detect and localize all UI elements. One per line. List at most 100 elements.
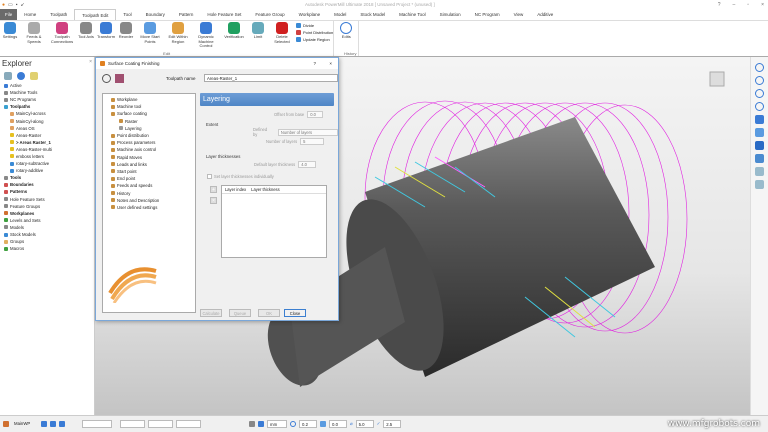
toolpath-name-input[interactable]: Areas-Raster_1 <box>204 74 338 82</box>
dialog-tree-item[interactable]: Machine axis control <box>107 146 191 153</box>
stepover-field[interactable]: 2.5 <box>383 420 402 428</box>
pick-icon[interactable] <box>50 421 56 427</box>
side-view-icon[interactable] <box>755 154 764 163</box>
edit-within-region-button[interactable]: Edit Within Region <box>164 21 192 50</box>
update-region-button[interactable]: Update Region <box>296 37 333 42</box>
dialog-tree-item[interactable]: Surface coating <box>107 110 191 117</box>
tool-axis-button[interactable]: Tool Axis <box>76 21 96 50</box>
dialog-tree-item[interactable]: Point distribution <box>107 132 191 139</box>
num-layers-input[interactable]: 5 <box>300 138 325 145</box>
verification-button[interactable]: Verification <box>220 21 248 50</box>
point-distribution-button[interactable]: Point Distribution <box>296 30 333 35</box>
coord-x[interactable] <box>82 420 112 428</box>
tab-model[interactable]: Model <box>327 9 353 20</box>
reorder-button[interactable]: Reorder <box>116 21 136 50</box>
dialog-close-button[interactable]: × <box>329 61 332 66</box>
dialog-tree-item[interactable]: Rapid Moves <box>107 154 191 161</box>
dialog-tree-item[interactable]: End point <box>107 175 191 182</box>
dialog-tree-item[interactable]: Start point <box>107 168 191 175</box>
remove-layer-button[interactable]: × <box>210 197 217 204</box>
tab-stock-model[interactable]: Stock Model <box>353 9 392 20</box>
transform-button[interactable]: Transform <box>96 21 116 50</box>
close-button[interactable]: × <box>761 2 764 8</box>
thickness-field[interactable]: 0.0 <box>329 420 347 428</box>
workplane-select[interactable]: MainWP <box>12 420 38 428</box>
offset-input[interactable]: 0.0 <box>307 111 324 118</box>
explorer-item[interactable]: > Areas Raster_1 <box>2 139 94 146</box>
dialog-tree-item[interactable]: Raster <box>107 118 191 125</box>
explorer-item[interactable]: emboss letters <box>2 153 94 160</box>
shading-icon[interactable] <box>755 180 764 189</box>
top-view-icon[interactable] <box>755 128 764 137</box>
ok-button[interactable]: OK <box>258 309 280 317</box>
pan-icon[interactable] <box>755 89 764 98</box>
settings-icon[interactable] <box>102 73 111 83</box>
zoom-box-icon[interactable] <box>755 76 764 85</box>
cube-view-icon[interactable] <box>709 71 725 87</box>
explorer-item[interactable]: Patterns <box>2 188 94 195</box>
tab-additive[interactable]: Additive <box>530 9 560 20</box>
default-thickness-input[interactable]: 4.0 <box>298 161 317 168</box>
tolerance-field[interactable]: 0.2 <box>299 420 317 428</box>
explorer-item[interactable]: Hole Feature Sets <box>2 196 94 203</box>
explorer-item[interactable]: Models <box>2 224 94 231</box>
help-icon[interactable]: ? <box>718 2 721 8</box>
grid-icon[interactable] <box>59 421 65 427</box>
front-view-icon[interactable] <box>755 141 764 150</box>
delete-selected-button[interactable]: Delete Selected <box>268 21 296 50</box>
tab-machine-tool[interactable]: Machine Tool <box>392 9 432 20</box>
maximize-button[interactable]: ▫ <box>747 2 749 8</box>
tab-toolpath[interactable]: Toolpath <box>43 9 74 20</box>
iso-view-icon[interactable] <box>755 115 764 124</box>
explorer-item[interactable]: Macros <box>2 245 94 252</box>
tab-tool[interactable]: Tool <box>116 9 138 20</box>
diameter-field[interactable]: 5.0 <box>355 420 374 428</box>
explorer-item[interactable]: Areas-Raster-multi <box>2 146 94 153</box>
dialog-tree-item[interactable]: Leads and links <box>107 161 191 168</box>
quick-access-toolbar[interactable]: ● ▭ ▪ ↙ <box>0 2 25 8</box>
select-icon[interactable] <box>755 167 764 176</box>
tool-icon[interactable] <box>115 73 124 83</box>
tab-nc-program[interactable]: NC Program <box>468 9 507 20</box>
help-button[interactable]: ? <box>313 61 316 66</box>
defined-by-select[interactable]: Number of layers <box>277 128 338 136</box>
explorer-item[interactable]: Feature Groups <box>2 203 94 210</box>
snap-icon[interactable] <box>41 421 47 427</box>
explorer-item[interactable]: Stock Models <box>2 231 94 238</box>
tab-home[interactable]: Home <box>17 9 43 20</box>
explorer-item[interactable]: Machine Tools <box>2 89 94 96</box>
individually-checkbox[interactable] <box>207 174 212 179</box>
explorer-item[interactable]: Active <box>2 82 94 89</box>
tree-icon[interactable] <box>4 72 12 80</box>
dialog-tree-item[interactable]: Feeds and speeds <box>107 182 191 189</box>
coord-y[interactable] <box>120 420 145 428</box>
queue-button[interactable]: Queue <box>229 309 251 317</box>
close-dialog-button[interactable]: Close <box>284 309 306 317</box>
move-start-points-button[interactable]: Move Start Points <box>136 21 164 50</box>
tab-hole-feature-set[interactable]: Hole Feature Set <box>200 9 248 20</box>
explorer-item[interactable]: rotary-additive <box>2 167 94 174</box>
dynamic-machine-control-button[interactable]: Dynamic Machine Control <box>192 21 220 50</box>
zoom-icon[interactable] <box>755 63 764 72</box>
limit-button[interactable]: Limit <box>248 21 268 50</box>
tab-boundary[interactable]: Boundary <box>139 9 172 20</box>
dialog-tree-item[interactable]: Machine tool <box>107 103 191 110</box>
explorer-item[interactable]: Levels and Sets <box>2 217 94 224</box>
feeds-speeds-button[interactable]: Feeds & Speeds <box>20 21 48 50</box>
close-icon[interactable]: × <box>89 59 92 68</box>
add-layer-button[interactable]: + <box>210 186 217 193</box>
dialog-tree-item[interactable]: Layering <box>107 125 191 132</box>
explorer-item[interactable]: Toolpaths <box>2 103 94 110</box>
tab-toolpath-edit[interactable]: Toolpath Edit <box>74 9 117 20</box>
edits-button[interactable]: Edits <box>338 21 354 41</box>
explorer-item[interactable]: Workplanes <box>2 210 94 217</box>
tab-file[interactable]: File <box>0 9 18 20</box>
tab-view[interactable]: View <box>507 9 531 20</box>
bin-icon[interactable] <box>30 72 38 80</box>
minimize-button[interactable]: – <box>733 2 736 8</box>
units-field[interactable]: mm <box>267 420 287 428</box>
tab-workplane[interactable]: Workplane <box>292 9 327 20</box>
calculate-button[interactable]: Calculate <box>200 309 222 317</box>
explorer-item[interactable]: NC Programs <box>2 96 94 103</box>
explorer-item[interactable]: Tools <box>2 174 94 181</box>
